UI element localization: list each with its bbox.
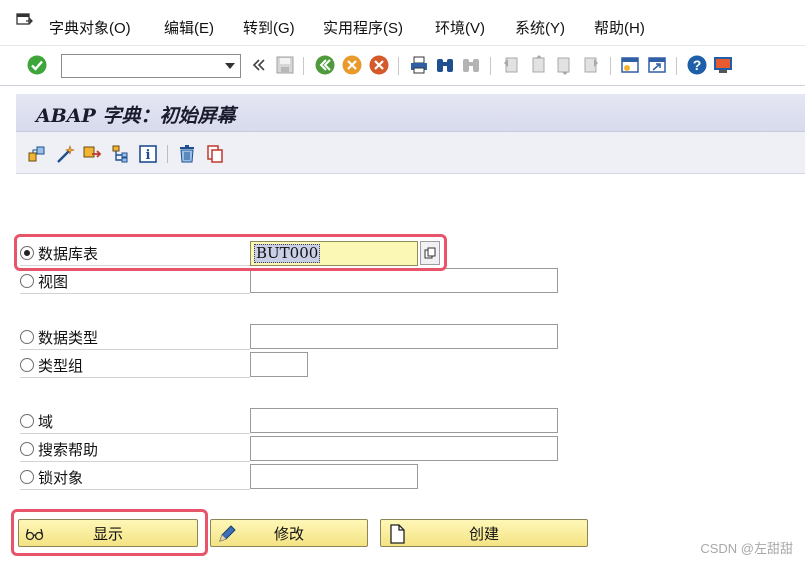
radio-domain[interactable]: 域: [20, 409, 53, 433]
create-session-icon[interactable]: [619, 54, 641, 76]
search-help-input[interactable]: [251, 437, 557, 460]
generate-shortcut-icon[interactable]: [646, 54, 668, 76]
domain-field[interactable]: [250, 408, 558, 433]
menu-system[interactable]: 系统(Y): [515, 17, 565, 38]
radio-database-table[interactable]: 数据库表: [20, 241, 98, 265]
radio-data-type[interactable]: 数据类型: [20, 325, 98, 349]
create-button-label: 创建: [468, 525, 499, 543]
svg-text:?: ?: [693, 57, 702, 73]
new-document-icon: [387, 524, 407, 544]
database-table-label: 数据库表: [38, 245, 99, 263]
menu-environment[interactable]: 环境(V): [435, 17, 485, 38]
enter-check-icon[interactable]: [26, 54, 48, 76]
svg-text:i: i: [146, 148, 151, 163]
title-bar: ABAP 字典：初始屏幕: [16, 94, 805, 132]
radio-type-group[interactable]: 类型组: [20, 353, 83, 377]
page-title: ABAP 字典：初始屏幕: [36, 105, 236, 127]
type-group-field[interactable]: [250, 352, 308, 377]
view-label: 视图: [38, 273, 69, 291]
customize-layout-icon[interactable]: [712, 54, 734, 76]
where-used-list-icon[interactable]: [109, 143, 131, 165]
application-toolbar: i: [16, 132, 805, 174]
command-input[interactable]: [62, 55, 217, 77]
save-icon[interactable]: [274, 54, 296, 76]
menu-goto[interactable]: 转到(G): [243, 17, 295, 38]
menu-edit[interactable]: 编辑(E): [164, 17, 214, 38]
radio-button[interactable]: [20, 470, 34, 484]
find-next-icon[interactable]: [460, 54, 482, 76]
menu-bar: 字典对象(O) 编辑(E) 转到(G) 实用程序(S) 环境(V) 系统(Y) …: [0, 0, 805, 46]
back-icon[interactable]: [314, 54, 336, 76]
create-button[interactable]: 创建: [380, 519, 588, 547]
radio-search-help[interactable]: 搜索帮助: [20, 437, 98, 461]
previous-page-icon[interactable]: [527, 54, 549, 76]
copy-object-icon[interactable]: [81, 143, 103, 165]
domain-label: 域: [38, 413, 54, 431]
value-help-icon[interactable]: [420, 241, 440, 265]
print-icon[interactable]: [408, 54, 430, 76]
wizard-icon[interactable]: [54, 143, 76, 165]
first-page-icon[interactable]: [500, 54, 522, 76]
radio-button[interactable]: [20, 358, 34, 372]
radio-button[interactable]: [20, 274, 34, 288]
radio-button-selected[interactable]: [20, 246, 34, 260]
type-group-input[interactable]: [251, 353, 307, 376]
radio-button[interactable]: [20, 414, 34, 428]
data-type-input[interactable]: [251, 325, 557, 348]
domain-input[interactable]: [251, 409, 557, 432]
view-field[interactable]: [250, 268, 558, 293]
watermark: CSDN @左甜甜: [700, 541, 793, 556]
lock-object-field[interactable]: [250, 464, 418, 489]
display-button[interactable]: 显示: [18, 519, 198, 547]
change-button[interactable]: 修改: [210, 519, 368, 547]
delete-icon[interactable]: [176, 143, 198, 165]
lock-object-input[interactable]: [251, 465, 417, 488]
cancel-icon[interactable]: [368, 54, 390, 76]
glasses-icon: [25, 524, 45, 544]
help-icon[interactable]: ?: [686, 54, 708, 76]
menu-utilities[interactable]: 实用程序(S): [323, 17, 403, 38]
search-help-field[interactable]: [250, 436, 558, 461]
last-page-icon[interactable]: [580, 54, 602, 76]
database-table-value[interactable]: BUT000: [254, 244, 321, 263]
collapse-double-arrow-icon[interactable]: [248, 54, 270, 76]
menu-help[interactable]: 帮助(H): [594, 17, 645, 38]
next-page-icon[interactable]: [553, 54, 575, 76]
radio-button[interactable]: [20, 330, 34, 344]
radio-button[interactable]: [20, 442, 34, 456]
lock-object-label: 锁对象: [38, 469, 84, 487]
menu-dictionary-object[interactable]: 字典对象(O): [49, 17, 131, 38]
type-group-label: 类型组: [38, 357, 84, 375]
information-icon[interactable]: i: [137, 143, 159, 165]
data-type-label: 数据类型: [38, 329, 99, 347]
database-table-field[interactable]: BUT000: [250, 241, 418, 266]
system-menu-icon[interactable]: [16, 12, 34, 28]
search-help-label: 搜索帮助: [38, 441, 99, 459]
standard-toolbar: ?: [0, 46, 805, 86]
exit-icon[interactable]: [341, 54, 363, 76]
pencil-icon: [217, 524, 237, 544]
command-field[interactable]: [61, 54, 241, 78]
other-object-icon[interactable]: [26, 143, 48, 165]
view-input[interactable]: [251, 269, 557, 292]
copy-icon[interactable]: [204, 143, 226, 165]
display-button-label: 显示: [92, 525, 123, 543]
radio-lock-object[interactable]: 锁对象: [20, 465, 83, 489]
find-icon[interactable]: [434, 54, 456, 76]
chevron-down-icon[interactable]: [223, 58, 237, 74]
data-type-field[interactable]: [250, 324, 558, 349]
radio-view[interactable]: 视图: [20, 269, 68, 293]
